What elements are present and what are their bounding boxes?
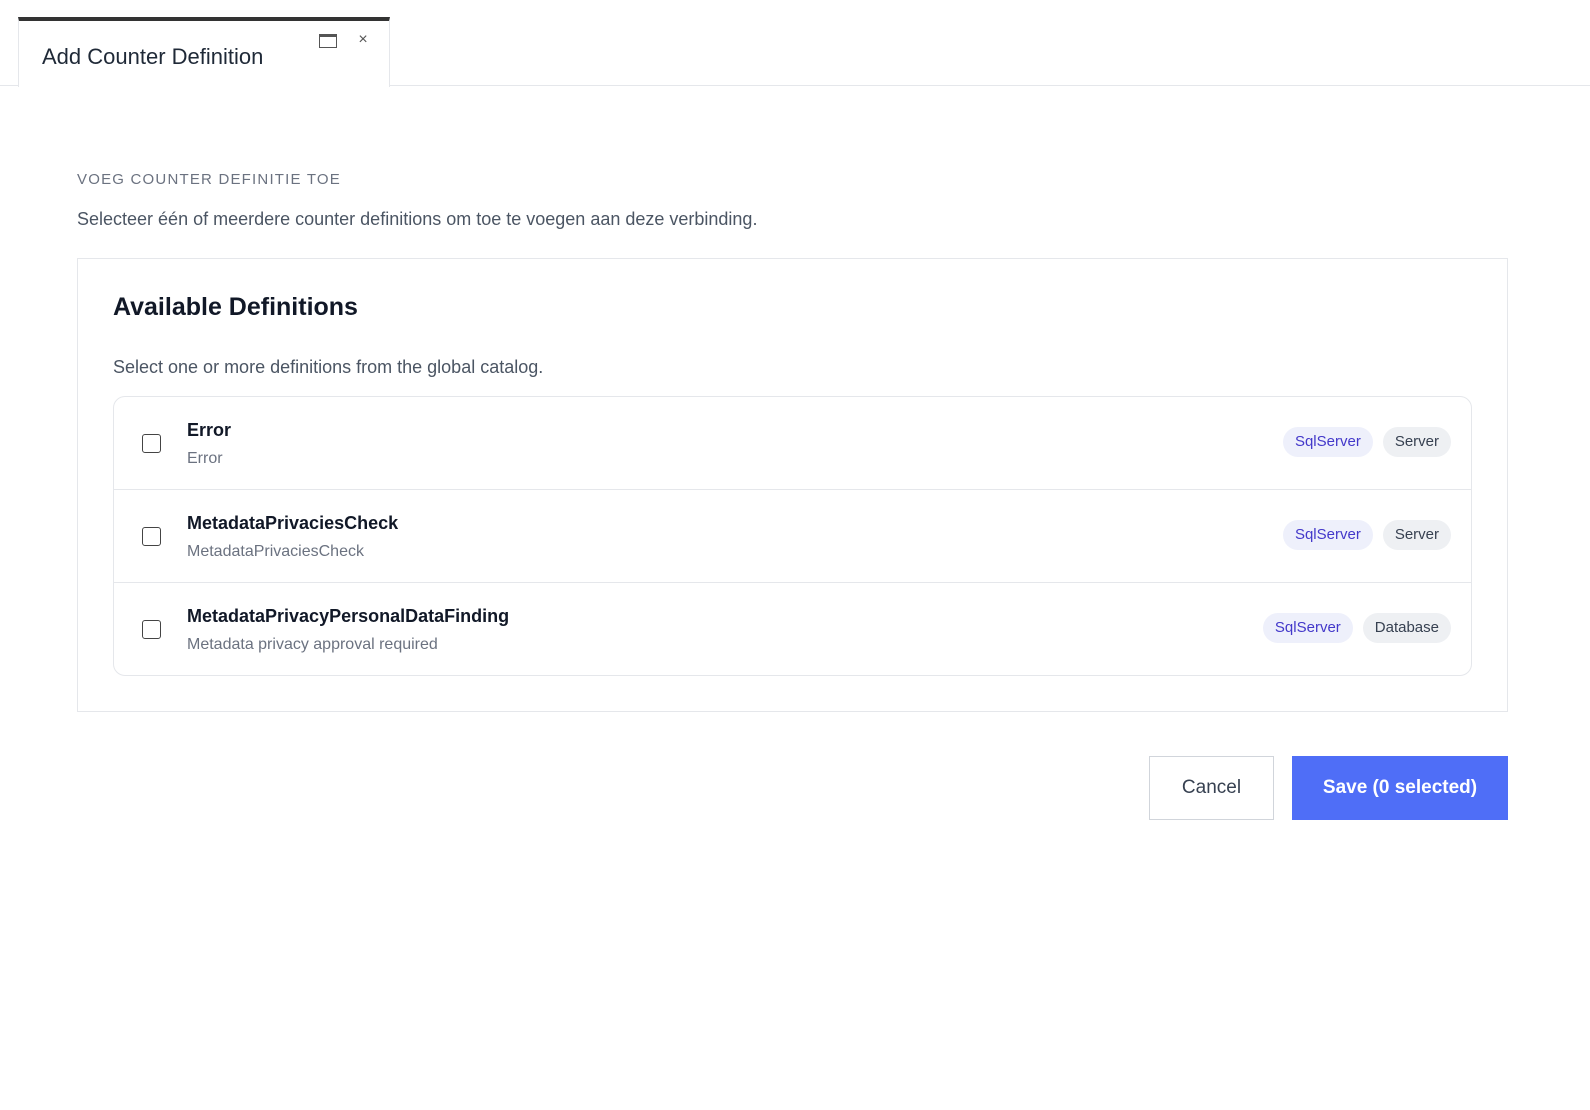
panel-title: Available Definitions: [113, 293, 358, 321]
tag-scope: Database: [1362, 613, 1451, 643]
tag-technology: SqlServer: [1262, 613, 1353, 643]
section-description: Selecteer één of meerdere counter defini…: [77, 209, 758, 229]
list-item[interactable]: MetadataPrivaciesCheck MetadataPrivacies…: [114, 490, 1471, 583]
tag-scope: Server: [1382, 520, 1451, 550]
tab-title: Add Counter Definition: [42, 44, 264, 69]
definition-name: Error: [187, 420, 232, 440]
list-item[interactable]: Error Error SqlServer Server: [114, 397, 1471, 490]
available-definitions-panel: Available Definitions Select one or more…: [77, 258, 1508, 712]
definition-description: MetadataPrivaciesCheck: [187, 543, 364, 560]
definition-checkbox[interactable]: [142, 620, 161, 639]
tag-scope: Server: [1382, 427, 1451, 457]
tag-technology: SqlServer: [1282, 427, 1373, 457]
definition-tags: SqlServer Server: [1282, 427, 1451, 457]
definition-name: MetadataPrivacyPersonalDataFinding: [187, 606, 510, 626]
list-item[interactable]: MetadataPrivacyPersonalDataFinding Metad…: [114, 583, 1471, 675]
definition-description: Error: [187, 450, 223, 467]
tab-bar: Add Counter Definition ×: [0, 0, 1590, 87]
tab-add-counter-definition[interactable]: Add Counter Definition ×: [18, 17, 390, 87]
cancel-button[interactable]: Cancel: [1149, 756, 1274, 820]
section-heading: VOEG COUNTER DEFINITIE TOE: [77, 171, 342, 188]
definition-name: MetadataPrivaciesCheck: [187, 513, 399, 533]
definition-checkbox[interactable]: [142, 434, 161, 453]
definitions-list: Error Error SqlServer Server MetadataPri…: [113, 396, 1472, 676]
window-icon[interactable]: [319, 34, 337, 48]
definition-tags: SqlServer Server: [1282, 520, 1451, 550]
definition-tags: SqlServer Database: [1262, 613, 1451, 643]
close-icon[interactable]: ×: [355, 31, 371, 49]
panel-description: Select one or more definitions from the …: [113, 357, 544, 377]
definition-checkbox[interactable]: [142, 527, 161, 546]
definition-description: Metadata privacy approval required: [187, 636, 438, 653]
save-button[interactable]: Save (0 selected): [1292, 756, 1508, 820]
tag-technology: SqlServer: [1282, 520, 1373, 550]
